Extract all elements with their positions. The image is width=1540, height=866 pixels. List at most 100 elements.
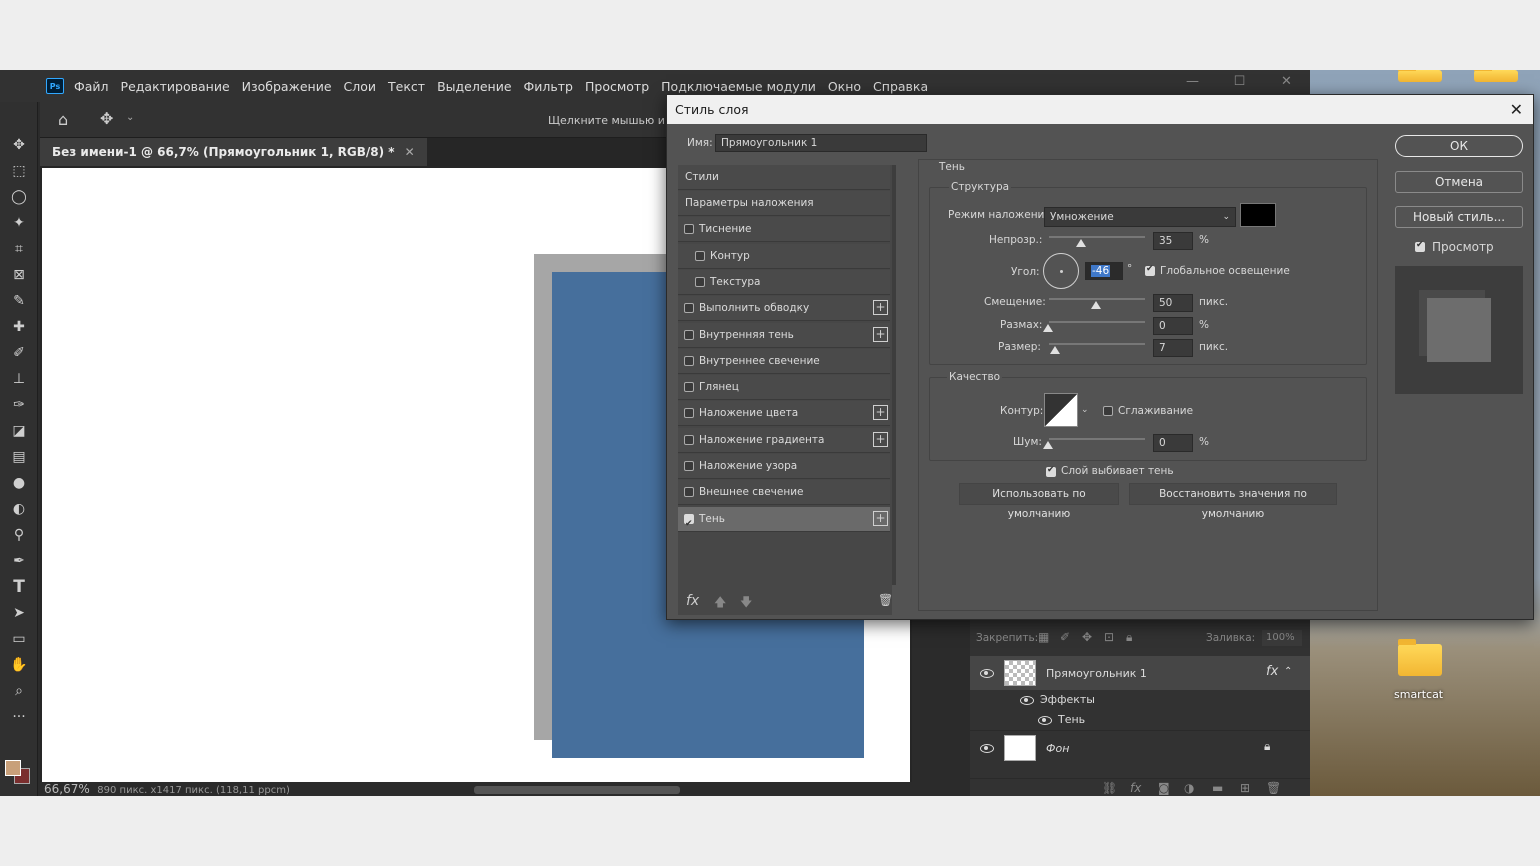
shadow-color-swatch[interactable] [1240,203,1276,227]
noise-slider-knob[interactable] [1043,441,1053,449]
blend-mode-select[interactable]: Умножение ⌄ [1044,207,1236,227]
distance-input[interactable]: 50 [1153,294,1193,312]
history-brush-icon[interactable]: ✑ [8,394,30,416]
minimize-icon[interactable]: — [1169,70,1216,94]
opacity-slider[interactable] [1049,236,1145,238]
folder-icon[interactable] [1474,70,1518,82]
magic-wand-icon[interactable]: ✦ [8,212,30,234]
lasso-tool-icon[interactable]: ◯ [8,186,30,208]
styles-item-stroke[interactable]: Выполнить обводку + [678,296,890,321]
layer-name[interactable]: Фон [1046,742,1069,755]
smartcat-folder-icon[interactable] [1398,639,1442,676]
pen-tool-icon[interactable]: ✒ [8,550,30,572]
knockout-checkbox[interactable] [1046,465,1056,477]
layer-row-rectangle[interactable]: Прямоугольник 1 fx ⌃ [970,656,1310,690]
styles-item-contour[interactable]: Контур [678,244,890,269]
spread-input[interactable]: 0 [1153,317,1193,335]
add-mask-icon[interactable]: ◙ [1158,781,1170,795]
close-icon[interactable]: ✕ [1510,95,1523,124]
menu-text[interactable]: Текст [388,79,425,94]
noise-input[interactable]: 0 [1153,434,1193,452]
type-tool-icon[interactable]: T [8,576,30,598]
inner-shadow-checkbox[interactable] [684,330,694,340]
trash-icon[interactable]: 🗑︎ [878,593,893,607]
blur-tool-icon[interactable]: ● [8,472,30,494]
styles-item-inner-shadow[interactable]: Внутренняя тень + [678,323,890,348]
lock-brush-icon[interactable]: ✐ [1060,630,1070,644]
size-slider-knob[interactable] [1050,346,1060,354]
layer-effects-row[interactable]: Эффекты [970,690,1310,710]
distance-slider[interactable] [1049,298,1145,300]
eye-icon[interactable] [1038,716,1052,725]
spread-slider-knob[interactable] [1043,324,1053,332]
eye-icon[interactable] [1020,696,1034,705]
fx-menu-icon[interactable]: fx [686,593,699,609]
spread-slider[interactable] [1049,321,1145,323]
crop-tool-icon[interactable]: ⌗ [8,238,30,260]
dodge-tool-icon[interactable]: ◐ [8,498,30,520]
noise-slider[interactable] [1049,438,1145,440]
gradient-overlay-checkbox[interactable] [684,435,694,445]
size-input[interactable]: 7 [1153,339,1193,357]
styles-item-texture[interactable]: Текстура [678,270,890,295]
add-gradient-overlay-icon[interactable]: + [873,432,888,447]
inner-glow-checkbox[interactable] [684,356,694,366]
menu-layers[interactable]: Слои [344,79,377,94]
eye-icon[interactable] [980,744,994,753]
styles-item-outer-glow[interactable]: Внешнее свечение [678,480,890,505]
new-layer-icon[interactable]: ⊞ [1240,781,1250,795]
styles-item-color-overlay[interactable]: Наложение цвета + [678,401,890,426]
bevel-checkbox[interactable] [684,224,694,234]
drop-shadow-checkbox[interactable] [684,512,694,536]
menu-image[interactable]: Изображение [242,79,332,94]
eyedropper-icon[interactable]: ✎ [8,290,30,312]
menu-select[interactable]: Выделение [437,79,511,94]
adjustment-layer-icon[interactable]: ◑ [1184,781,1194,795]
angle-input[interactable]: -46 [1085,262,1123,280]
rectangle-tool-icon[interactable]: ▭ [8,628,30,650]
group-folder-icon[interactable]: ▬ [1212,781,1223,795]
antialias-checkbox[interactable] [1103,406,1113,416]
add-color-overlay-icon[interactable]: + [873,405,888,420]
ok-button[interactable]: ОК [1395,135,1523,157]
styles-item-gradient-overlay[interactable]: Наложение градиента + [678,428,890,453]
styles-item-drop-shadow[interactable]: Тень+ [678,507,890,536]
marquee-tool-icon[interactable]: ⬚ [8,160,30,182]
preview-checkbox[interactable] [1415,240,1425,252]
move-tool-icon[interactable]: ✥ [8,134,30,156]
close-window-icon[interactable]: ✕ [1263,70,1310,94]
lock-pixels-icon[interactable]: ▦ [1038,630,1049,644]
cancel-button[interactable]: Отмена [1395,171,1523,193]
fx-icon[interactable]: fx [1266,664,1278,679]
layer-row-background[interactable]: Фон 🔒︎ [970,730,1310,764]
opacity-input[interactable]: 35 [1153,232,1193,250]
move-down-icon[interactable]: 🡇 [740,593,752,614]
stamp-tool-icon[interactable]: ⊥ [8,368,30,390]
new-style-button[interactable]: Новый стиль... [1395,206,1523,228]
add-fx-icon[interactable]: fx [1130,781,1141,795]
move-up-icon[interactable]: 🡅 [714,593,726,614]
stroke-checkbox[interactable] [684,303,694,313]
contour-checkbox[interactable] [695,251,705,261]
satin-checkbox[interactable] [684,382,694,392]
add-inner-shadow-icon[interactable]: + [873,327,888,342]
layer-name[interactable]: Прямоугольник 1 [1046,667,1147,680]
texture-checkbox[interactable] [695,277,705,287]
angle-dial[interactable] [1043,253,1079,289]
maximize-icon[interactable]: ☐ [1216,70,1263,94]
reset-default-button[interactable]: Восстановить значения по умолчанию [1129,483,1337,520]
styles-item-blending[interactable]: Параметры наложения [678,191,890,216]
size-slider[interactable] [1049,343,1145,345]
desktop-folder-label[interactable]: smartcat [1394,688,1443,701]
menu-filter[interactable]: Фильтр [524,79,573,94]
menu-edit[interactable]: Редактирование [121,79,230,94]
fill-input[interactable]: 100% [1262,630,1302,646]
zoom-tool-icon[interactable]: ⌕ [8,680,30,702]
styles-item-satin[interactable]: Глянец [678,375,890,400]
gradient-tool-icon[interactable]: ▤ [8,446,30,468]
layer-name-input[interactable]: Прямоугольник 1 [715,134,927,152]
healing-brush-icon[interactable]: ✚ [8,316,30,338]
add-stroke-icon[interactable]: + [873,300,888,315]
path-select-icon[interactable]: ➤ [8,602,30,624]
color-overlay-checkbox[interactable] [684,408,694,418]
